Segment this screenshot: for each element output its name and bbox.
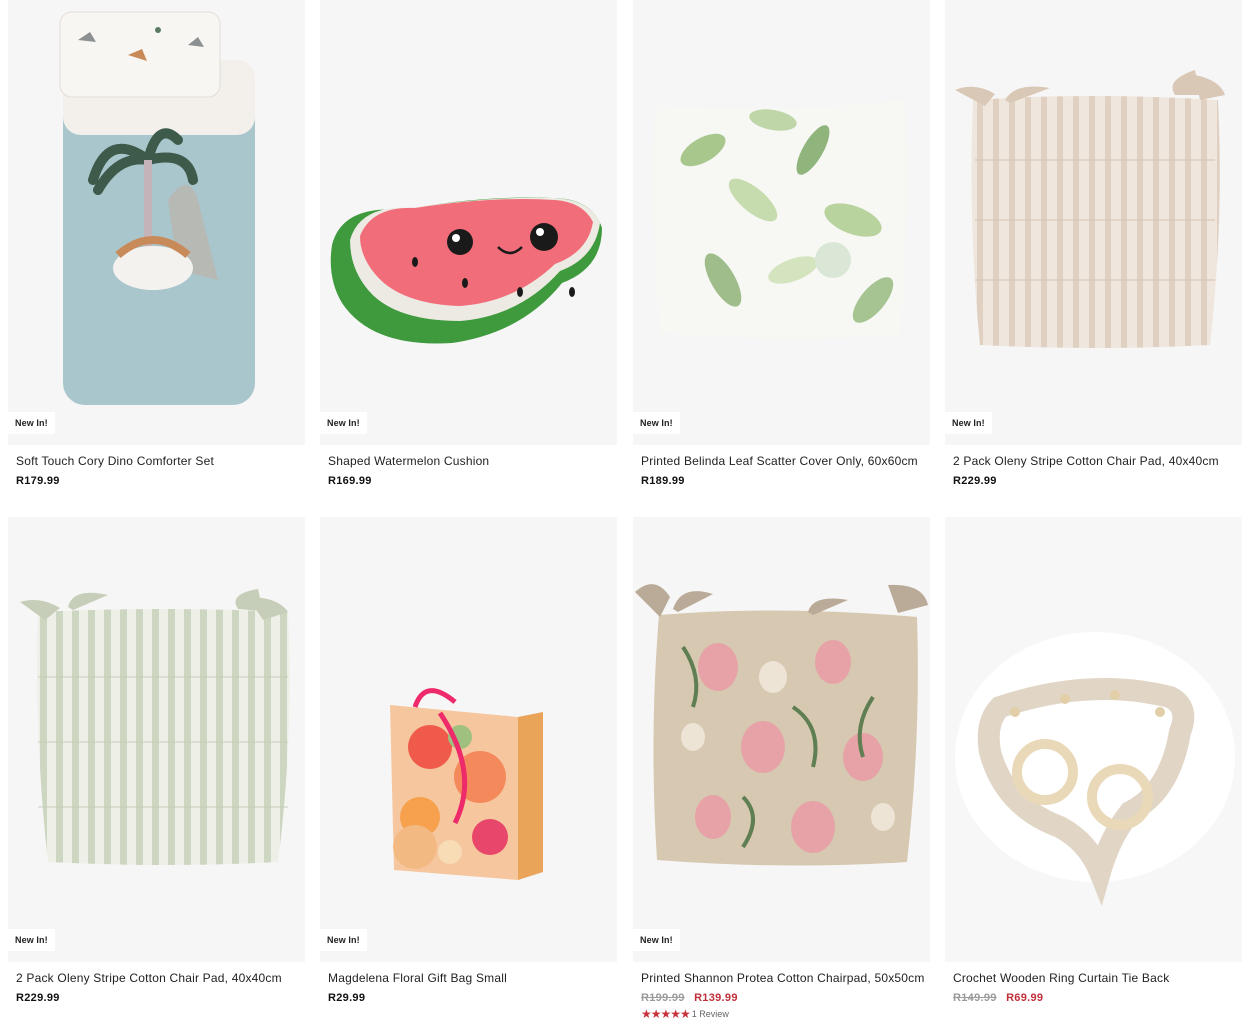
sale-price: R69.99 — [1006, 992, 1044, 1004]
product-name[interactable]: 2 Pack Oleny Stripe Cotton Chair Pad, 40… — [953, 454, 1234, 468]
product-price: R29.99 — [328, 992, 366, 1004]
product-card[interactable]: New In! Printed Belinda Leaf Scatter Cov… — [633, 0, 930, 488]
product-name[interactable]: Printed Belinda Leaf Scatter Cover Only,… — [641, 454, 922, 468]
new-in-badge: New In! — [945, 412, 992, 434]
protea-chairpad-image[interactable]: New In! — [633, 517, 930, 962]
watermelon-cushion-image[interactable]: New In! — [320, 0, 617, 445]
product-card[interactable]: New In! Printed Shannon Protea Cotton Ch… — [633, 517, 930, 1020]
rating[interactable]: ★★★★★ 1 Review — [641, 1008, 922, 1020]
product-card[interactable]: New In! Magdelena Floral Gift Bag Small … — [320, 517, 617, 1005]
green-stripe-chair-pad-image[interactable]: New In! — [8, 517, 305, 962]
was-price: R149.99 — [953, 992, 997, 1004]
product-name[interactable]: Magdelena Floral Gift Bag Small — [328, 971, 609, 985]
new-in-badge: New In! — [633, 412, 680, 434]
product-card[interactable]: New In! 2 Pack Oleny Stripe Cotton Chair… — [945, 0, 1242, 488]
leaf-scatter-cover-image[interactable]: New In! — [633, 0, 930, 445]
review-count[interactable]: 1 Review — [692, 1008, 729, 1020]
new-in-badge: New In! — [8, 412, 55, 434]
new-in-badge: New In! — [320, 929, 367, 951]
product-name[interactable]: Shaped Watermelon Cushion — [328, 454, 609, 468]
product-name[interactable]: Printed Shannon Protea Cotton Chairpad, … — [641, 971, 924, 985]
floral-gift-bag-image[interactable]: New In! — [320, 517, 617, 962]
product-name[interactable]: 2 Pack Oleny Stripe Cotton Chair Pad, 40… — [16, 971, 297, 985]
product-price: R229.99 — [16, 992, 60, 1004]
new-in-badge: New In! — [8, 929, 55, 951]
product-card[interactable]: Crochet Wooden Ring Curtain Tie Back R14… — [945, 517, 1242, 1005]
product-price: R189.99 — [641, 475, 685, 487]
product-price: R169.99 — [328, 475, 372, 487]
product-name[interactable]: Soft Touch Cory Dino Comforter Set — [16, 454, 297, 468]
sale-price: R139.99 — [694, 992, 738, 1004]
beige-stripe-chair-pad-image[interactable]: New In! — [945, 0, 1242, 445]
product-name[interactable]: Crochet Wooden Ring Curtain Tie Back — [953, 971, 1234, 985]
product-card[interactable]: New In! Shaped Watermelon Cushion R169.9… — [320, 0, 617, 488]
was-price: R199.99 — [641, 992, 685, 1004]
product-price: R229.99 — [953, 475, 997, 487]
crochet-tie-back-image[interactable] — [945, 517, 1242, 962]
product-price: R179.99 — [16, 475, 60, 487]
product-grid: New In! Soft Touch Cory Dino Comforter S… — [0, 0, 1250, 1036]
dino-comforter-image[interactable]: New In! — [8, 0, 305, 445]
new-in-badge: New In! — [320, 412, 367, 434]
product-card[interactable]: New In! Soft Touch Cory Dino Comforter S… — [8, 0, 305, 488]
star-rating-icon: ★★★★★ — [641, 1007, 691, 1021]
new-in-badge: New In! — [633, 929, 680, 951]
product-card[interactable]: New In! 2 Pack Oleny Stripe Cotton Chair… — [8, 517, 305, 1005]
